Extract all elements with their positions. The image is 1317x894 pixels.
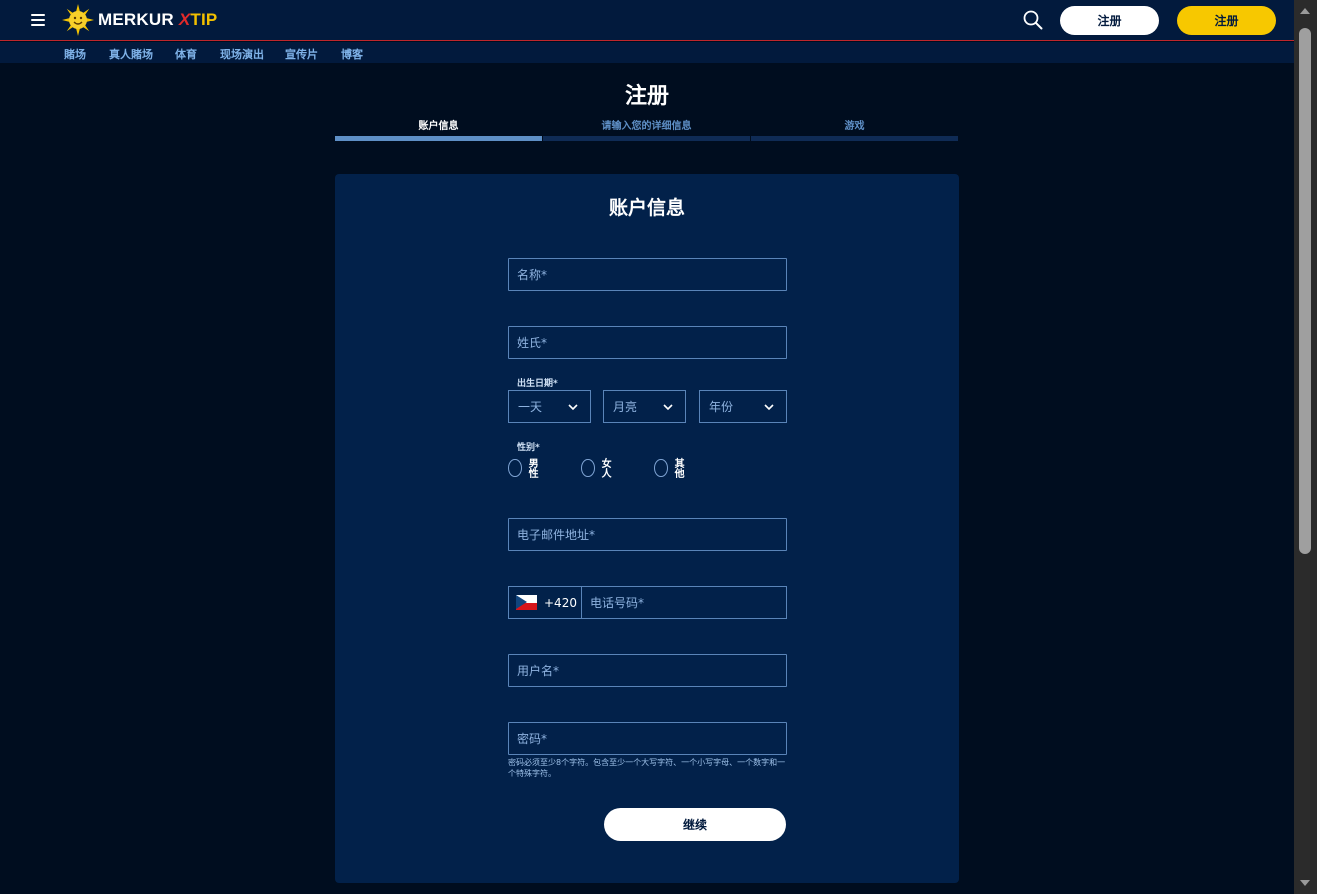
nav-blog[interactable]: 博客 bbox=[341, 46, 363, 62]
nav-promotions[interactable]: 宣传片 bbox=[285, 46, 318, 62]
step-bar-games bbox=[751, 136, 958, 141]
dob-label: 出生日期* bbox=[517, 379, 558, 389]
chevron-down-icon bbox=[568, 404, 578, 411]
dob-year-select[interactable]: 年份 bbox=[699, 390, 787, 423]
scroll-up-arrow-icon[interactable] bbox=[1300, 8, 1310, 14]
phone-field: +420 bbox=[508, 586, 787, 619]
first-name-input[interactable] bbox=[509, 259, 786, 290]
page-scrollbar[interactable] bbox=[1294, 0, 1317, 894]
radio-circle[interactable] bbox=[581, 459, 595, 477]
dob-day-select[interactable]: 一天 bbox=[508, 390, 591, 423]
radio-circle[interactable] bbox=[654, 459, 668, 477]
logo-x-text: X bbox=[178, 10, 191, 29]
dob-day-value: 一天 bbox=[518, 400, 543, 414]
sub-navigation: 賭场 真人賭场 体育 现场演出 宣传片 博客 bbox=[0, 42, 1294, 63]
gender-female-radio[interactable]: 女人 bbox=[581, 459, 616, 480]
scroll-down-arrow-icon[interactable] bbox=[1300, 880, 1310, 886]
step-personal-details: 请输入您的详细信息 bbox=[601, 121, 692, 132]
merkur-xtip-logo[interactable]: MERKUR XTIP bbox=[62, 4, 217, 36]
password-field bbox=[508, 722, 787, 755]
chevron-down-icon bbox=[663, 404, 673, 411]
gender-other-label: 其他 bbox=[674, 459, 685, 480]
logo-tip-text: TIP bbox=[190, 10, 218, 29]
password-input[interactable] bbox=[509, 723, 786, 754]
gender-male-label: 男性 bbox=[528, 459, 539, 480]
registration-stepper: 账户信息 请输入您的详细信息 游戏 bbox=[335, 117, 958, 143]
radio-circle[interactable] bbox=[508, 459, 522, 477]
step-account-info: 账户信息 bbox=[418, 121, 459, 132]
last-name-field bbox=[508, 326, 787, 359]
dob-month-select[interactable]: 月亮 bbox=[603, 390, 686, 423]
step-bar-personal-details bbox=[543, 136, 750, 141]
login-button[interactable]: 注册 bbox=[1060, 6, 1159, 35]
nav-casino[interactable]: 賭场 bbox=[64, 46, 86, 62]
registration-form-card: 账户信息 出生日期* 一天 月亮 年份 性别* 男性 女人 其他 bbox=[335, 174, 959, 883]
first-name-field bbox=[508, 258, 787, 291]
search-icon[interactable] bbox=[1023, 10, 1043, 30]
dob-month-value: 月亮 bbox=[613, 400, 638, 414]
username-field bbox=[508, 654, 787, 687]
continue-button[interactable]: 继续 bbox=[604, 808, 786, 841]
sun-logo-icon bbox=[62, 4, 94, 36]
logo-merkur-text: MERKUR bbox=[98, 10, 174, 29]
gender-female-label: 女人 bbox=[601, 459, 612, 480]
nav-live-casino[interactable]: 真人賭场 bbox=[109, 46, 153, 62]
step-bar-account-info bbox=[335, 136, 542, 141]
register-button[interactable]: 注册 bbox=[1177, 6, 1276, 35]
email-field bbox=[508, 518, 787, 551]
nav-sports[interactable]: 体育 bbox=[175, 46, 197, 62]
chevron-down-icon bbox=[764, 404, 774, 411]
dial-code: +420 bbox=[544, 595, 577, 610]
gender-label: 性别* bbox=[517, 443, 540, 453]
email-input[interactable] bbox=[509, 519, 786, 550]
step-games: 游戏 bbox=[844, 121, 865, 132]
username-input[interactable] bbox=[509, 655, 786, 686]
scroll-thumb[interactable] bbox=[1299, 28, 1311, 554]
dob-year-value: 年份 bbox=[709, 400, 734, 414]
logo-wordmark: MERKUR XTIP bbox=[98, 10, 217, 30]
gender-male-radio[interactable]: 男性 bbox=[508, 459, 543, 480]
phone-number-input[interactable] bbox=[582, 587, 786, 618]
country-code-selector[interactable]: +420 bbox=[509, 587, 582, 618]
password-hint: 密码必须至少8个字符。包含至少一个大写字符、一个小写字母、一个数字和一个特殊字符… bbox=[508, 758, 786, 778]
czech-flag-icon bbox=[516, 595, 537, 610]
last-name-input[interactable] bbox=[509, 327, 786, 358]
hamburger-menu-icon[interactable] bbox=[31, 14, 45, 26]
gender-other-radio[interactable]: 其他 bbox=[654, 459, 689, 480]
nav-live-shows[interactable]: 现场演出 bbox=[220, 46, 264, 62]
form-title: 账户信息 bbox=[608, 197, 685, 219]
top-header: MERKUR XTIP 注册 注册 bbox=[0, 0, 1294, 41]
page-title: 注册 bbox=[624, 84, 669, 109]
